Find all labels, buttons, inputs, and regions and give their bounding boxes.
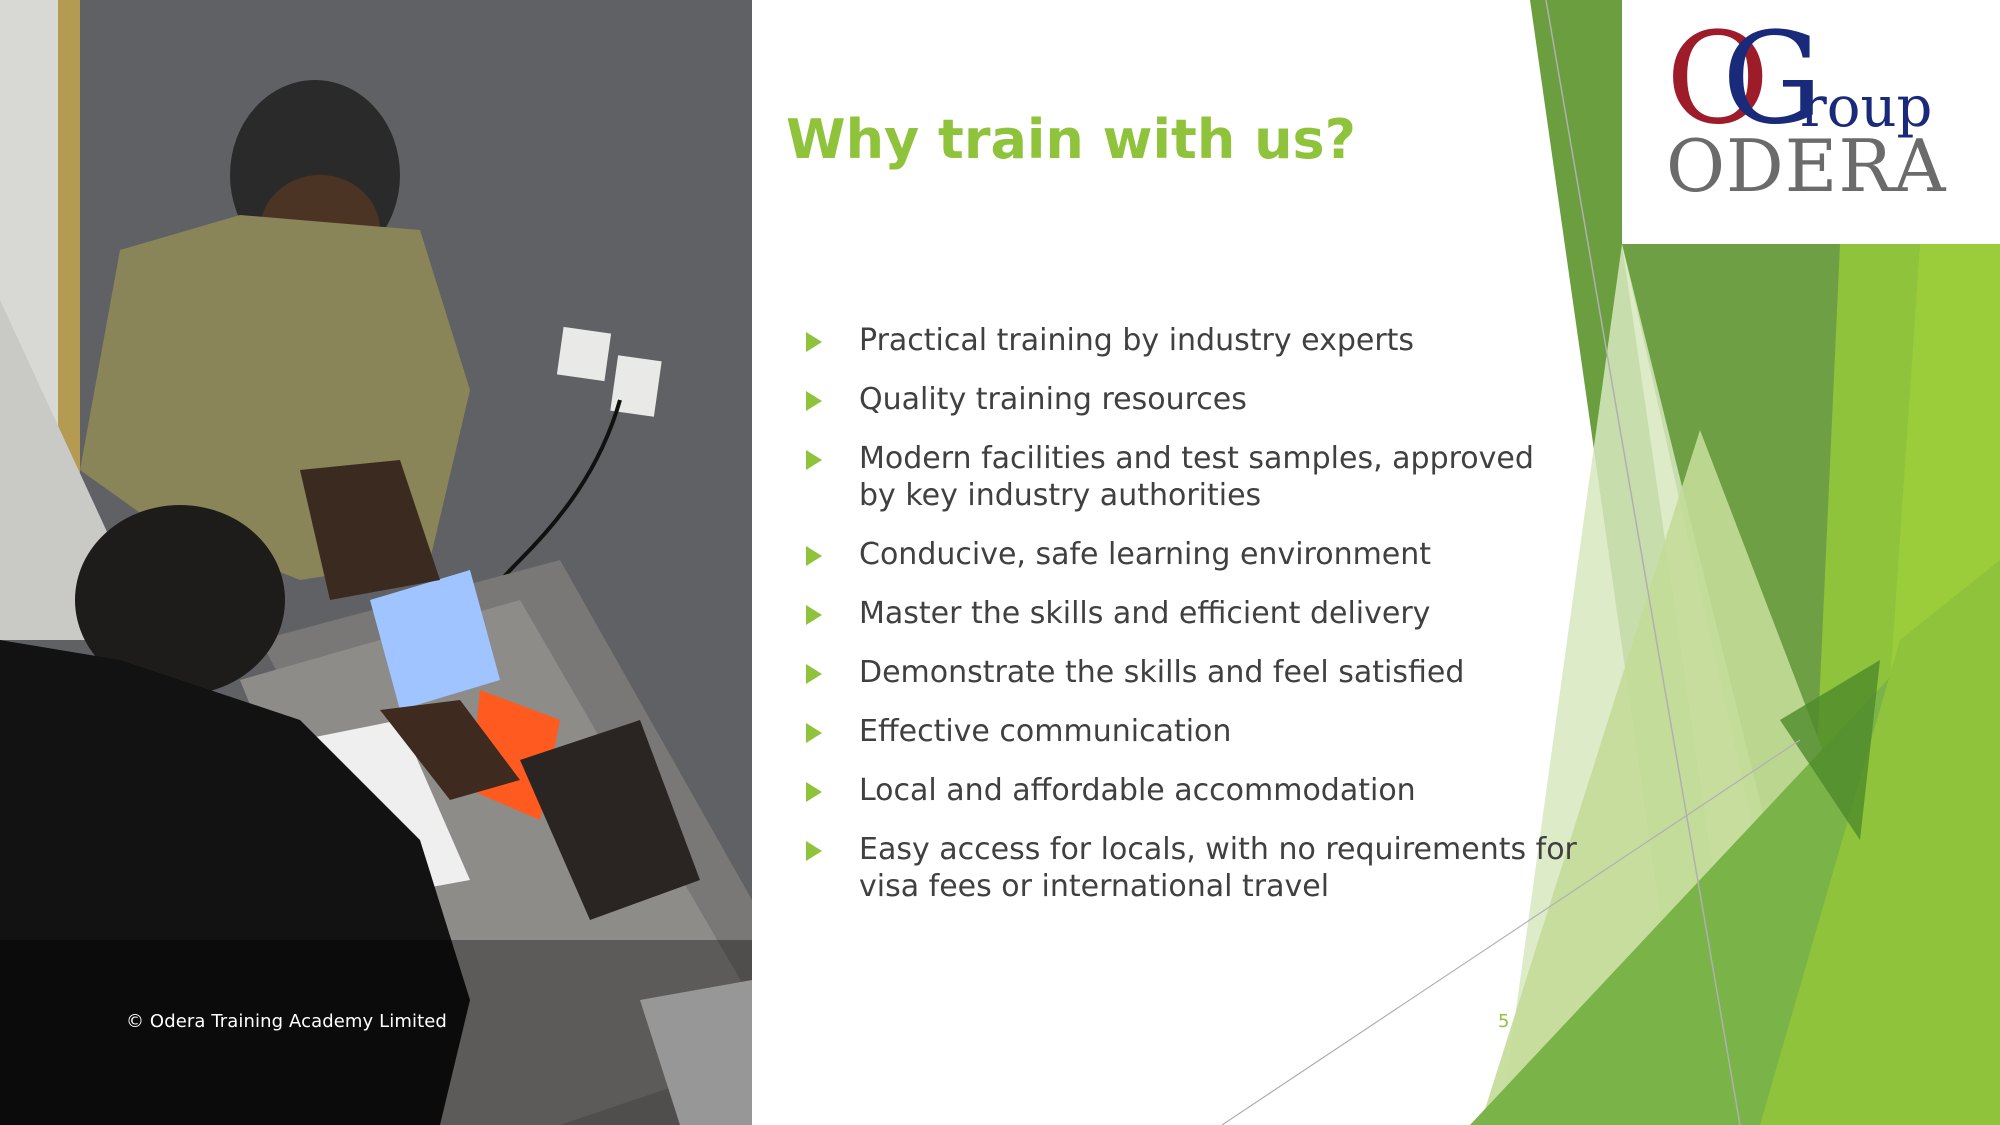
- logo-odera: ODERA: [1666, 124, 1947, 208]
- triangle-arrow-icon: [806, 841, 822, 861]
- bullet-item: Master the skills and efficient delivery: [800, 595, 1580, 632]
- triangle-arrow-icon: [806, 391, 822, 411]
- triangle-arrow-icon: [806, 664, 822, 684]
- bullet-item: Modern facilities and test samples, appr…: [800, 440, 1580, 514]
- bullet-text: Effective communication: [859, 714, 1232, 749]
- bullet-text: Easy access for locals, with no requirem…: [859, 832, 1577, 904]
- bullet-text: Master the skills and efficient delivery: [859, 596, 1431, 631]
- bullet-item: Easy access for locals, with no requirem…: [800, 831, 1580, 905]
- bullet-text: Local and affordable accommodation: [859, 773, 1416, 808]
- bullet-item: Effective communication: [800, 713, 1580, 750]
- odera-group-logo: O G roup ODERA: [1622, 0, 2000, 244]
- bullet-item: Conducive, safe learning environment: [800, 536, 1580, 573]
- bullet-text: Conducive, safe learning environment: [859, 537, 1432, 572]
- bullet-item: Quality training resources: [800, 381, 1580, 418]
- triangle-arrow-icon: [806, 605, 822, 625]
- triangle-arrow-icon: [806, 723, 822, 743]
- bullet-item: Local and affordable accommodation: [800, 772, 1580, 809]
- bullet-text: Practical training by industry experts: [859, 323, 1415, 358]
- slide: © Odera Training Academy Limited O G rou…: [0, 0, 2000, 1125]
- bullet-text: Quality training resources: [859, 382, 1247, 417]
- triangle-arrow-icon: [806, 546, 822, 566]
- triangle-arrow-icon: [806, 332, 822, 352]
- bullet-text: Modern facilities and test samples, appr…: [859, 441, 1534, 513]
- bullet-item: Practical training by industry experts: [800, 322, 1580, 359]
- triangle-arrow-icon: [806, 782, 822, 802]
- bullet-item: Demonstrate the skills and feel satisfie…: [800, 654, 1580, 691]
- triangle-arrow-icon: [806, 450, 822, 470]
- bullet-list: Practical training by industry experts Q…: [800, 322, 1580, 927]
- slide-title: Why train with us?: [786, 108, 1357, 171]
- page-number: 5: [1498, 1011, 1510, 1032]
- bullet-text: Demonstrate the skills and feel satisfie…: [859, 655, 1465, 690]
